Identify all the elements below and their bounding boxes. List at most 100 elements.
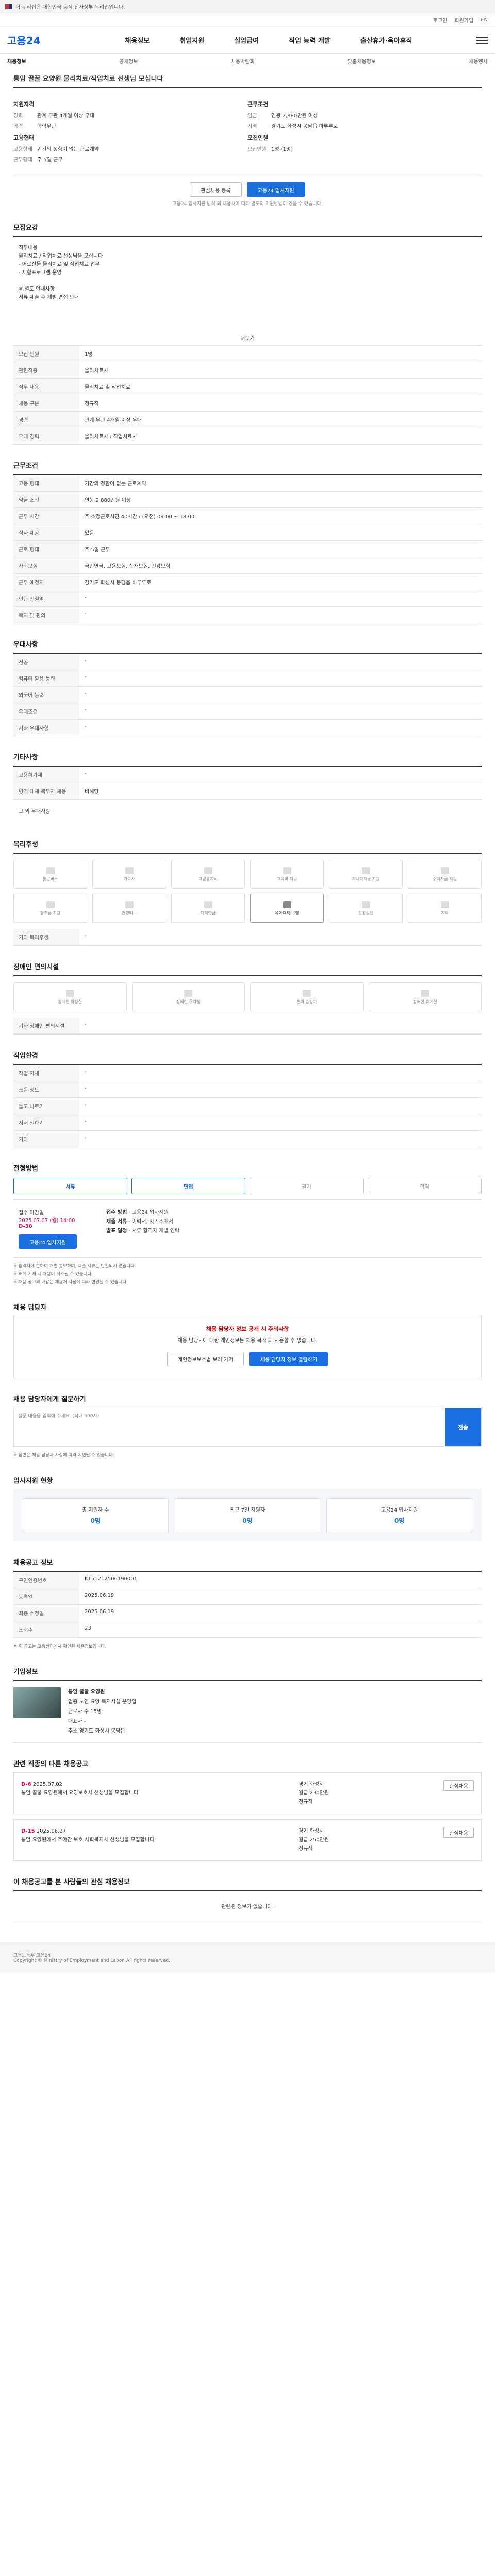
desc-line: - 어르신들 물리치료 및 작업치료 업무 bbox=[19, 262, 100, 267]
summary-value: 기간의 정함이 없는 근로계약 bbox=[37, 147, 99, 152]
section-title: 장애인 편의시설 bbox=[13, 963, 59, 971]
welfare-icon bbox=[440, 867, 449, 874]
lnb-current[interactable]: 채용정보 bbox=[7, 57, 26, 65]
qual-row: 컴퓨터 활용 능력 - bbox=[13, 670, 482, 687]
hamburger-menu-icon[interactable] bbox=[476, 36, 488, 44]
welfare-item: 육아휴직 보장 bbox=[250, 894, 324, 923]
welfare-icon bbox=[283, 867, 291, 874]
job-card-scrap-button[interactable]: 관심채용 bbox=[443, 1780, 474, 1791]
lnb-item[interactable]: 맞춤채용정보 bbox=[348, 57, 376, 65]
job-summary: 지원자격 경력 관계 무관 4개월 이상 우대 학력 학력무관 고용형태 고용형태 기… bbox=[13, 88, 482, 174]
apply-button[interactable]: 고용24 입사지원 bbox=[246, 182, 305, 197]
welfare-icon bbox=[125, 901, 134, 908]
gnb-item[interactable]: 취업지원 bbox=[179, 35, 204, 45]
login-link[interactable]: 로그인 bbox=[433, 16, 448, 24]
gnb-menu: 채용정보 취업지원 실업급여 직업 능력 개발 출산휴가·육아휴직 bbox=[61, 35, 476, 45]
work-info-row: 사회보험 국민연금, 고용보험, 산재보험, 건강보험 bbox=[13, 557, 482, 574]
section-title: 복리후생 bbox=[13, 841, 38, 849]
lnb-item[interactable]: 채용박람회 bbox=[231, 57, 255, 65]
disabled-item: 편의 승강기 bbox=[250, 982, 364, 1011]
qual-row-value: - bbox=[79, 719, 482, 736]
accessibility-icon bbox=[184, 989, 193, 997]
lnb-item[interactable]: 채용행사 bbox=[469, 57, 488, 65]
gnb-item[interactable]: 출산휴가·육아휴직 bbox=[360, 35, 412, 45]
qual-row: 전공 - bbox=[13, 653, 482, 670]
work-info-row: 근로 형태 주 5일 근무 bbox=[13, 540, 482, 557]
welfare-item: 자녀학자금 지원 bbox=[329, 860, 403, 889]
work-info-row-value: 기간의 정함이 없는 근로계약 bbox=[79, 474, 482, 492]
posting-info-row-label: 구인인증번호 bbox=[13, 1571, 79, 1589]
work-env-table: 작업 자세 - 소음 정도 - 들고 나르기 - 서서 일하기 - 기타 - bbox=[13, 1064, 482, 1147]
posting-info-row-value: 23 bbox=[79, 1621, 482, 1638]
privacy-law-button[interactable]: 개인정보보호법 보러 가기 bbox=[167, 1351, 244, 1366]
summary-label: 지역 bbox=[248, 124, 257, 129]
job-card-date: 2025.07.02 bbox=[31, 1782, 63, 1788]
stat-label: 최근 7일 지원자 bbox=[230, 1507, 265, 1514]
work-info-row-label: 근무 시간 bbox=[13, 507, 79, 524]
job-card-cond-item: 월급 250만원 bbox=[299, 1837, 329, 1843]
gnb-item[interactable]: 채용정보 bbox=[125, 35, 150, 45]
job-info-row: 관련직종 물리치료사 bbox=[13, 362, 482, 379]
summary-label: 학력 bbox=[13, 124, 23, 129]
env-row-label: 기타 bbox=[13, 1130, 79, 1147]
company-name: 통암 꿀꿀 요양원 bbox=[68, 1689, 105, 1696]
gnb-item[interactable]: 실업급여 bbox=[234, 35, 259, 45]
language-link[interactable]: EN bbox=[481, 17, 488, 23]
disabled-label: 장애인 주차장 bbox=[176, 999, 201, 1004]
job-info-row-label: 직무 내용 bbox=[13, 378, 79, 395]
job-card[interactable]: D-6 2025.07.02 통암 꿀꿀 요양원에서 요양보호사 선생님을 모집합… bbox=[13, 1772, 482, 1815]
section-title: 이 채용공고를 본 사람들의 관심 채용정보 bbox=[13, 1878, 130, 1887]
gnb-item[interactable]: 직업 능력 개발 bbox=[289, 35, 331, 45]
view-manager-button[interactable]: 채용 담당자 정보 열람하기 bbox=[249, 1351, 328, 1366]
etc-table: 고용허가제 - 병역 대체 복무자 채용 비해당 bbox=[13, 766, 482, 800]
posting-info-table: 구인인증번호 K151212506190001 등록일 2025.06.19 최종 수정… bbox=[13, 1571, 482, 1638]
join-link[interactable]: 회원가입 bbox=[454, 16, 473, 24]
desc-line: 서류 제출 후 개별 면접 안내 bbox=[19, 295, 79, 300]
welfare-item: 차량유지비 bbox=[171, 860, 245, 889]
manager-warning: 채용 담당자 정보 공개 시 주의사항 bbox=[206, 1325, 289, 1332]
more-button[interactable]: 더보기 bbox=[13, 330, 482, 345]
qna-send-button[interactable]: 전송 bbox=[445, 1408, 481, 1446]
posting-info-row-value: K151212506190001 bbox=[79, 1571, 482, 1589]
job-card-title[interactable]: 통암 꿀꿀 요양원에서 요양보호사 선생님을 모집합니다 bbox=[21, 1789, 299, 1798]
etc-row-value: - bbox=[79, 766, 482, 783]
footer: 고용노동부 고용24 Copyright © Ministry of Emplo… bbox=[0, 1942, 495, 1973]
lnb-item[interactable]: 공채정보 bbox=[119, 57, 138, 65]
job-card-scrap-button[interactable]: 관심채용 bbox=[443, 1827, 474, 1838]
job-card-date: 2025.06.27 bbox=[35, 1828, 66, 1835]
manager-text: 채용 담당자에 대한 개인정보는 채용 목적 외 사용할 수 없습니다. bbox=[177, 1337, 318, 1344]
site-logo[interactable]: 고용24 bbox=[7, 32, 61, 47]
job-card-cond-item: 경기 화성시 bbox=[299, 1782, 324, 1788]
welfare-label: 차량유지비 bbox=[199, 876, 218, 882]
disabled-item: 장애인 화장실 bbox=[13, 982, 127, 1011]
section-title: 기업정보 bbox=[13, 1668, 38, 1676]
welfare-item: 기숙사 bbox=[92, 860, 166, 889]
receipt-apply-button[interactable]: 고용24 입사지원 bbox=[19, 1234, 77, 1249]
work-info-row: 식사 제공 있음 bbox=[13, 524, 482, 541]
summary-value: 경기도 화성시 봉담읍 하루루로 bbox=[271, 124, 338, 129]
local-nav: 채용정보 공채정보 채용박람회 맞춤채용정보 채용행사 bbox=[0, 54, 495, 69]
job-info-table: 모집 인원 1명 관련직종 물리치료사 직무 내용 물리치료 및 작업치료 채용 구분 정규직… bbox=[13, 346, 482, 445]
job-card-main: D-6 2025.07.02 통암 꿀꿀 요양원에서 요양보호사 선생님을 모집합… bbox=[21, 1780, 299, 1806]
job-card[interactable]: D-15 2025.06.27 통암 요양원에서 주야간 보호 사회복지사 선생님… bbox=[13, 1819, 482, 1861]
work-info-row: 근무 예정지 경기도 화성시 봉담읍 하루루로 bbox=[13, 573, 482, 590]
summary-heading: 고용형태 bbox=[13, 134, 35, 141]
scrap-button[interactable]: 관심채용 등록 bbox=[190, 182, 242, 197]
dday-badge: D-30 bbox=[19, 1224, 32, 1229]
qual-row-value: - bbox=[79, 670, 482, 687]
posting-info-row: 최종 수정일 2025.06.19 bbox=[13, 1604, 482, 1622]
summary-value: 관계 무관 4개월 이상 우대 bbox=[37, 113, 95, 119]
job-info-row-label: 경력 bbox=[13, 411, 79, 428]
posting-info-row: 구인인증번호 K151212506190001 bbox=[13, 1571, 482, 1589]
job-card-title[interactable]: 통암 요양원에서 주야간 보호 사회복지사 선생님을 모집합니다 bbox=[21, 1836, 299, 1844]
work-info-row-label: 복지 및 편의 bbox=[13, 606, 79, 623]
notice-item: ※ 합격자에 한하여 개별 통보하며, 제출 서류는 반환되지 않습니다. bbox=[13, 1264, 136, 1269]
posting-info-row-label: 최종 수정일 bbox=[13, 1604, 79, 1622]
job-info-row-value: 정규직 bbox=[79, 395, 482, 412]
company-card: 통암 꿀꿀 요양원 업종 노인 요양 복지시설 운영업 근로자 수 15명 대표자 … bbox=[13, 1680, 482, 1743]
deadline-label: 접수 마감일 bbox=[19, 1210, 44, 1216]
qna-input[interactable]: 질문 내용을 입력해 주세요. (최대 500자) bbox=[14, 1408, 445, 1446]
section-title: 모집요강 bbox=[13, 224, 38, 232]
env-row: 작업 자세 - bbox=[13, 1064, 482, 1081]
job-info-row-value: 관계 무관 4개월 이상 우대 bbox=[79, 411, 482, 428]
